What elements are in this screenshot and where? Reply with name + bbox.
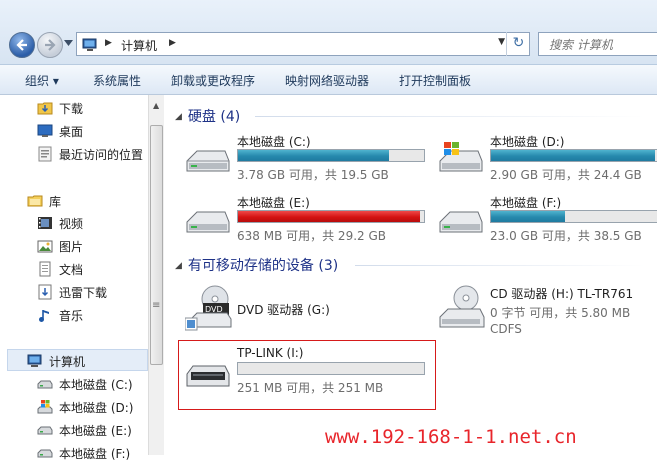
highlight-annotation-box [178, 340, 436, 410]
collapse-triangle-icon[interactable]: ◢ [175, 112, 182, 122]
drive-space-info: 23.0 GB 可用，共 38.5 GB [490, 229, 642, 243]
nav-item-label: 音乐 [59, 309, 84, 323]
download-folder-icon [37, 102, 53, 115]
usage-fill [238, 150, 389, 161]
windows-disk-icon [37, 400, 53, 414]
nav-item-label: 视频 [59, 217, 84, 231]
drive-tile-f[interactable]: 本地磁盘 (F:) 23.0 GB 可用，共 38.5 GB [438, 194, 657, 250]
nav-item-label: 计算机 [49, 355, 86, 369]
nav-item-label: 桌面 [59, 125, 84, 139]
refresh-button[interactable]: ↻ [506, 32, 530, 56]
group-divider [355, 265, 645, 266]
scrollbar-thumb[interactable] [150, 125, 163, 365]
usage-fill [491, 150, 655, 161]
dvd-drive-icon: DVD [185, 285, 232, 331]
group-header-hard-disks[interactable]: ◢ 硬盘 (4) [175, 106, 645, 126]
desktop-icon [37, 124, 53, 137]
cd-drive-icon [439, 285, 485, 328]
history-dropdown-icon[interactable] [64, 40, 73, 46]
group-header-label: 硬盘 (4) [187, 109, 241, 125]
drive-tile-cd-h[interactable]: CD 驱动器 (H:) TL-TR761 0 字节 可用，共 5.80 MB C… [438, 285, 657, 341]
drive-name: 本地磁盘 (F:) [490, 196, 562, 210]
drive-usage-bar [237, 210, 425, 223]
drive-space-info: 0 字节 可用，共 5.80 MB [490, 306, 631, 320]
usage-fill [238, 211, 421, 222]
address-dropdown-icon[interactable]: ▼ [498, 37, 505, 47]
libraries-icon [27, 195, 43, 207]
open-control-panel-button[interactable]: 打开控制面板 [399, 72, 471, 89]
group-header-label: 有可移动存储的设备 (3) [187, 258, 339, 274]
collapse-triangle-icon[interactable]: ◢ [175, 261, 182, 271]
drive-name: 本地磁盘 (D:) [490, 135, 565, 149]
drive-space-info: 2.90 GB 可用，共 24.4 GB [490, 168, 642, 182]
scroll-up-arrow-icon[interactable]: ▲ [153, 101, 159, 110]
local-disk-icon [37, 380, 53, 389]
drive-usage-bar [237, 149, 425, 162]
drive-usage-bar [490, 210, 657, 223]
drive-name: DVD 驱动器 (G:) [237, 303, 330, 317]
refresh-icon: ↻ [512, 35, 525, 51]
drive-tile-dvd-g[interactable]: DVD DVD 驱动器 (G:) [185, 285, 435, 341]
watermark-text: www.192-168-1-1.net.cn [325, 426, 577, 448]
nav-item-label: 本地磁盘 (E:) [59, 424, 132, 438]
arrow-left-icon [16, 39, 27, 51]
nav-item-label: 文档 [59, 263, 84, 277]
forward-button[interactable] [37, 32, 63, 58]
search-input[interactable] [547, 34, 651, 56]
thunder-download-icon [38, 284, 52, 300]
nav-item-label: 下载 [59, 102, 84, 116]
group-divider [255, 116, 645, 117]
local-disk-icon [37, 426, 53, 435]
nav-item-label: 本地磁盘 (D:) [59, 401, 134, 415]
hard-disk-icon [186, 150, 230, 172]
navigation-pane: 下载 桌面 最近访问的位置 库 视频 图片 文档 迅雷下载 音乐 计算机 本地磁… [0, 95, 148, 461]
local-disk-icon [37, 449, 53, 458]
usage-fill [491, 211, 566, 222]
video-library-icon [38, 217, 52, 229]
nav-item-label: 本地磁盘 (F:) [59, 447, 131, 461]
recent-places-icon [38, 146, 52, 162]
pictures-library-icon [37, 240, 53, 253]
hard-disk-icon [186, 211, 230, 233]
hard-disk-icon [439, 211, 483, 233]
back-button[interactable] [9, 32, 35, 58]
map-network-drive-button[interactable]: 映射网络驱动器 [285, 72, 369, 89]
nav-item-label: 本地磁盘 (C:) [59, 378, 133, 392]
nav-item-label: 迅雷下载 [59, 286, 108, 300]
drive-tile-c[interactable]: 本地磁盘 (C:) 3.78 GB 可用，共 19.5 GB [185, 133, 435, 189]
drive-usage-bar [490, 149, 657, 162]
search-box[interactable] [538, 32, 657, 56]
group-header-removable[interactable]: ◢ 有可移动存储的设备 (3) [175, 255, 645, 275]
arrow-right-icon [45, 39, 56, 51]
uninstall-program-button[interactable]: 卸载或更改程序 [171, 72, 255, 89]
drive-tile-e[interactable]: 本地磁盘 (E:) 638 MB 可用，共 29.2 GB [185, 194, 435, 250]
nav-item-label: 图片 [59, 240, 84, 254]
system-properties-button[interactable]: 系统属性 [93, 72, 141, 89]
address-box[interactable]: ▶ 计算机 ▶ ▼ [76, 32, 530, 56]
drive-space-info: 638 MB 可用，共 29.2 GB [237, 229, 386, 243]
drive-filesystem: CDFS [490, 322, 522, 336]
windows-disk-icon [439, 142, 483, 172]
organize-button[interactable]: 组织 ▾ [25, 72, 59, 89]
drive-name: CD 驱动器 (H:) TL-TR761 [490, 287, 634, 301]
computer-icon [27, 354, 42, 367]
drive-name: 本地磁盘 (E:) [237, 196, 310, 210]
nav-item-label: 最近访问的位置 [59, 148, 144, 162]
command-toolbar: 组织 ▾ 系统属性 卸载或更改程序 映射网络驱动器 打开控制面板 [0, 65, 657, 95]
drive-space-info: 3.78 GB 可用，共 19.5 GB [237, 168, 389, 182]
nav-scrollbar[interactable]: ▲ ≡ [148, 95, 164, 455]
breadcrumb-separator-icon[interactable]: ▶ [169, 38, 176, 48]
scrollbar-grip-icon: ≡ [152, 300, 161, 311]
music-library-icon [39, 310, 49, 322]
address-bar-area: ▶ 计算机 ▶ ▼ ↻ [0, 0, 657, 65]
computer-icon [82, 38, 97, 51]
drive-name: 本地磁盘 (C:) [237, 135, 311, 149]
drive-tile-d[interactable]: 本地磁盘 (D:) 2.90 GB 可用，共 24.4 GB [438, 133, 657, 189]
breadcrumb-separator-icon[interactable]: ▶ [105, 38, 112, 48]
breadcrumb-computer[interactable]: 计算机 [121, 37, 157, 54]
documents-library-icon [39, 261, 51, 277]
nav-item-label: 库 [49, 195, 62, 209]
